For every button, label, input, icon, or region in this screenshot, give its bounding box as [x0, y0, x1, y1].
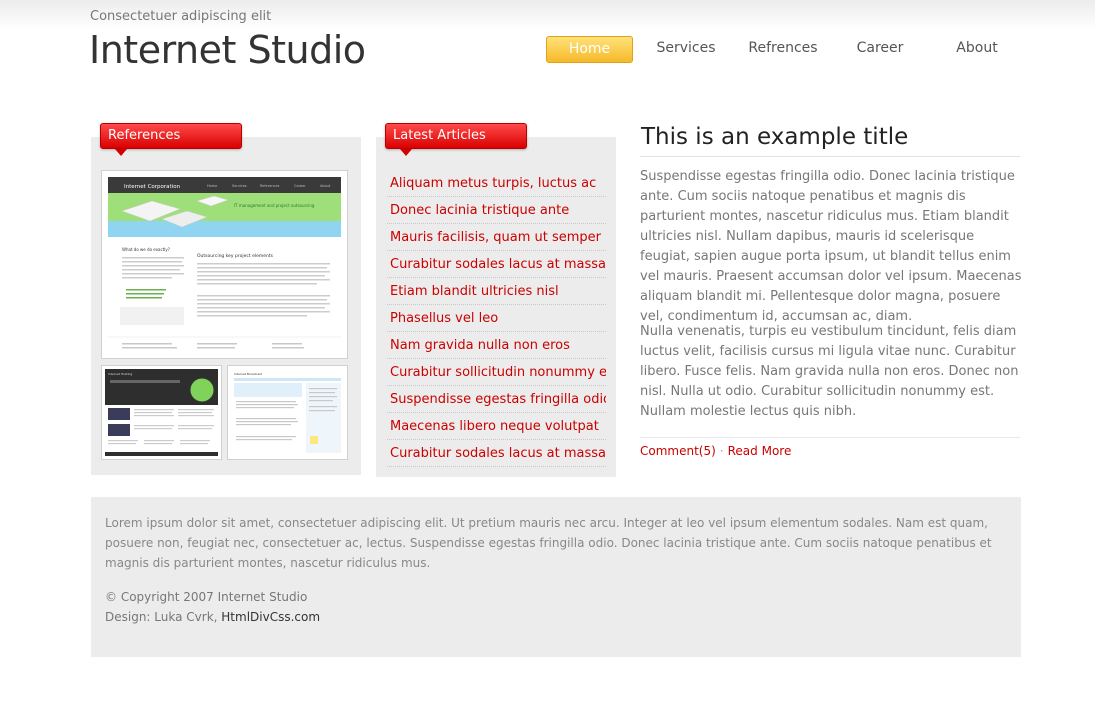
article-link[interactable]: Nam gravida nulla non eros — [387, 332, 606, 359]
svg-text:What do we do exactly?: What do we do exactly? — [122, 247, 170, 252]
title-divider — [640, 156, 1020, 157]
nav-item-home[interactable]: Home — [546, 36, 633, 63]
reference-thumbnail-hosting[interactable]: Internet Hosting — [101, 365, 222, 460]
website-preview-image: Internet Hosting — [105, 369, 218, 456]
nav-item-refrences[interactable]: Refrences — [740, 36, 826, 63]
articles-list: Aliquam metus turpis, luctus ac Donec la… — [387, 170, 606, 467]
nav-item-services[interactable]: Services — [643, 36, 729, 63]
post-meta-divider — [640, 437, 1020, 438]
article-link[interactable]: Suspendisse egestas fringilla odio — [387, 386, 606, 413]
post-paragraph: Suspendisse egestas fringilla odio. Done… — [640, 169, 1022, 324]
nav-item-career[interactable]: Career — [837, 36, 923, 63]
design-credit-label: Design: Luka Cvrk, — [105, 610, 222, 624]
svg-text:Services: Services — [232, 184, 247, 188]
post-meta: Comment(5) · Read More — [640, 444, 791, 458]
post-title: This is an example title — [641, 124, 909, 150]
footer-credits: Design: Luka Cvrk, HtmlDivCss.com — [105, 610, 320, 624]
svg-text:About: About — [320, 184, 331, 188]
footer-copyright: © Copyright 2007 Internet Studio — [105, 590, 308, 604]
footer-text: Lorem ipsum dolor sit amet, consectetuer… — [105, 516, 992, 570]
read-more-link[interactable]: Read More — [728, 444, 792, 458]
article-link[interactable]: Phasellus vel leo — [387, 305, 606, 332]
post-paragraph: Nulla venenatis, turpis eu vestibulum ti… — [640, 324, 1019, 419]
svg-text:Home: Home — [207, 184, 217, 188]
article-link[interactable]: Aliquam metus turpis, luctus ac — [387, 170, 606, 197]
references-heading: References — [100, 123, 242, 156]
nav-item-about[interactable]: About — [934, 36, 1020, 63]
site-tagline: Consectetuer adipiscing elit — [90, 9, 272, 24]
meta-separator: · — [719, 444, 724, 458]
main-navigation: Home Services Refrences Career About — [0, 36, 1095, 64]
article-link[interactable]: Curabitur sodales lacus at massa — [387, 440, 606, 467]
comments-link[interactable]: Comment(5) — [640, 444, 716, 458]
svg-text:Internet Hosting: Internet Hosting — [108, 372, 132, 376]
article-link[interactable]: Mauris facilisis, quam ut semper — [387, 224, 606, 251]
latest-articles-heading: Latest Articles — [385, 123, 527, 156]
website-preview-image: Internet Broadcast — [234, 372, 341, 453]
svg-text:Outsourcing key project elemen: Outsourcing key project elements — [197, 253, 274, 259]
reference-thumbnail-broadcast[interactable]: Internet Broadcast — [227, 365, 348, 460]
svg-text:IT management and project outs: IT management and project outsourcing — [234, 203, 315, 208]
article-link[interactable]: Curabitur sodales lacus at massa — [387, 251, 606, 278]
article-link[interactable]: Curabitur sollicitudin nonummy est — [387, 359, 606, 386]
article-link[interactable]: Donec lacinia tristique ante — [387, 197, 606, 224]
thumb-brand: Internet Corporation — [124, 184, 181, 190]
design-credit-link[interactable]: HtmlDivCss.com — [221, 610, 320, 624]
footer: Lorem ipsum dolor sit amet, consectetuer… — [91, 497, 1021, 657]
reference-thumbnail-main[interactable]: Internet Corporation Home Services Refer… — [101, 170, 348, 359]
article-link[interactable]: Etiam blandit ultricies nisl — [387, 278, 606, 305]
svg-text:Career: Career — [294, 184, 306, 188]
article-link[interactable]: Maecenas libero neque volutpat — [387, 413, 606, 440]
website-preview-image: Internet Corporation Home Services Refer… — [102, 171, 347, 358]
svg-text:Internet Broadcast: Internet Broadcast — [234, 372, 263, 376]
svg-text:References: References — [260, 184, 280, 188]
